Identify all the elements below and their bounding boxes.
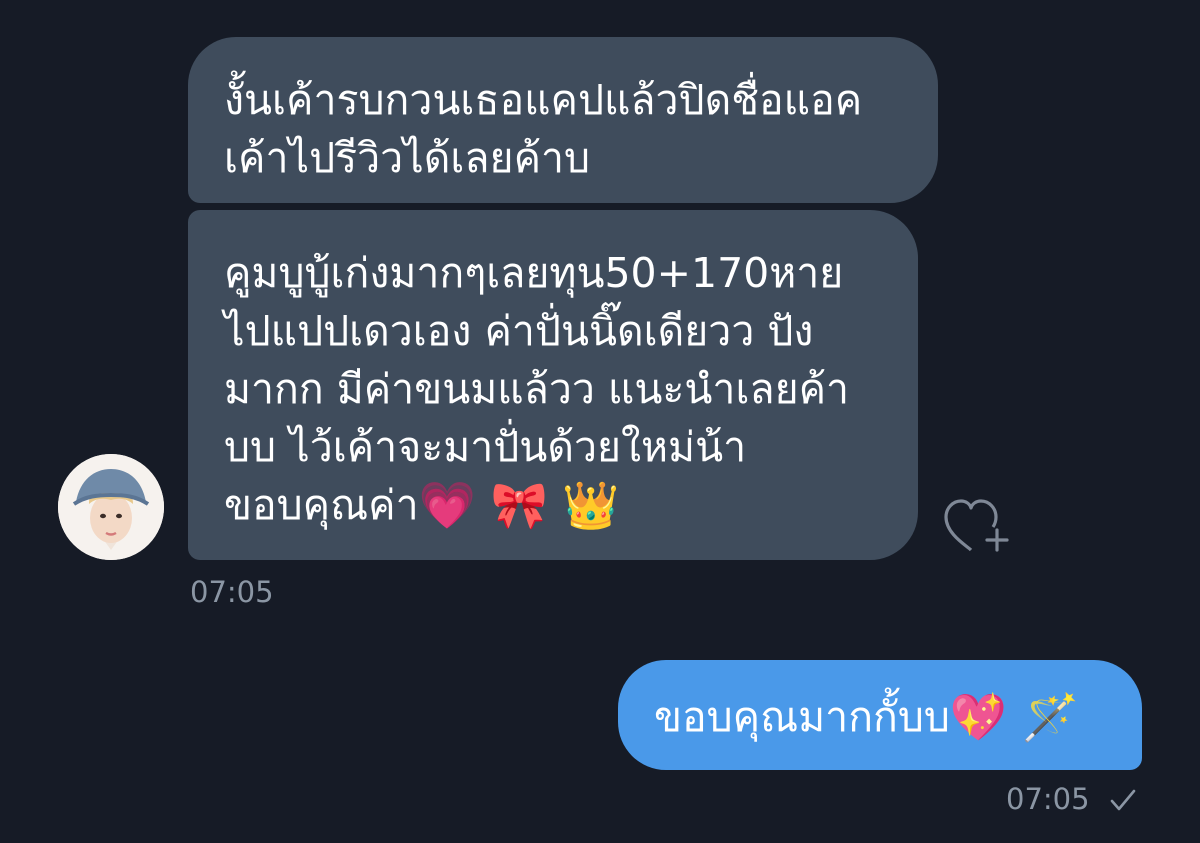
message-text: ขอบคุณค่า xyxy=(224,481,419,529)
message-text: ขอบคุณมากกั้บบ xyxy=(654,693,950,741)
message-line: คูมบูบู้เก่งมากๆเลยทุน50+170หาย xyxy=(224,249,844,297)
outgoing-message-bubble[interactable]: ขอบคุณมากกั้บบ💖 🪄 xyxy=(618,660,1142,770)
chat-thread: งั้นเค้ารบกวนเธอแคปแล้วปิดชื่อแอค เค้าไป… xyxy=(0,0,1200,843)
heart-bow-crown-emoji: 💗 🎀 👑 xyxy=(418,478,620,532)
heart-add-icon[interactable] xyxy=(940,494,1012,556)
message-line: ขอบคุณค่า💗 🎀 👑 xyxy=(224,476,882,534)
message-line: งั้นเค้ารบกวนเธอแคปแล้วปิดชื่อแอค xyxy=(224,76,863,124)
message-line: บบ ไว้เค้าจะมาปั่นด้วยใหม่น้า xyxy=(224,423,747,471)
avatar-image xyxy=(58,454,164,560)
message-line: ไปแปปเดวเอง ค่าปั่นนิ๊ดเดียวว ปัง xyxy=(224,307,814,355)
message-timestamp: 07:05 xyxy=(1006,782,1090,816)
read-check-icon xyxy=(1108,786,1138,814)
incoming-message-bubble[interactable]: คูมบูบู้เก่งมากๆเลยทุน50+170หาย ไปแปปเดว… xyxy=(188,210,918,560)
message-line: มากก มีค่าขนมแล้วว แนะนำเลยค้า xyxy=(224,365,850,413)
sparkling-heart-wand-emoji: 💖 🪄 xyxy=(949,690,1080,744)
message-line: เค้าไปรีวิวได้เลยค้าบ xyxy=(224,134,591,182)
user-avatar[interactable] xyxy=(58,454,164,560)
incoming-message-bubble[interactable]: งั้นเค้ารบกวนเธอแคปแล้วปิดชื่อแอค เค้าไป… xyxy=(188,37,938,203)
message-timestamp: 07:05 xyxy=(190,575,274,609)
